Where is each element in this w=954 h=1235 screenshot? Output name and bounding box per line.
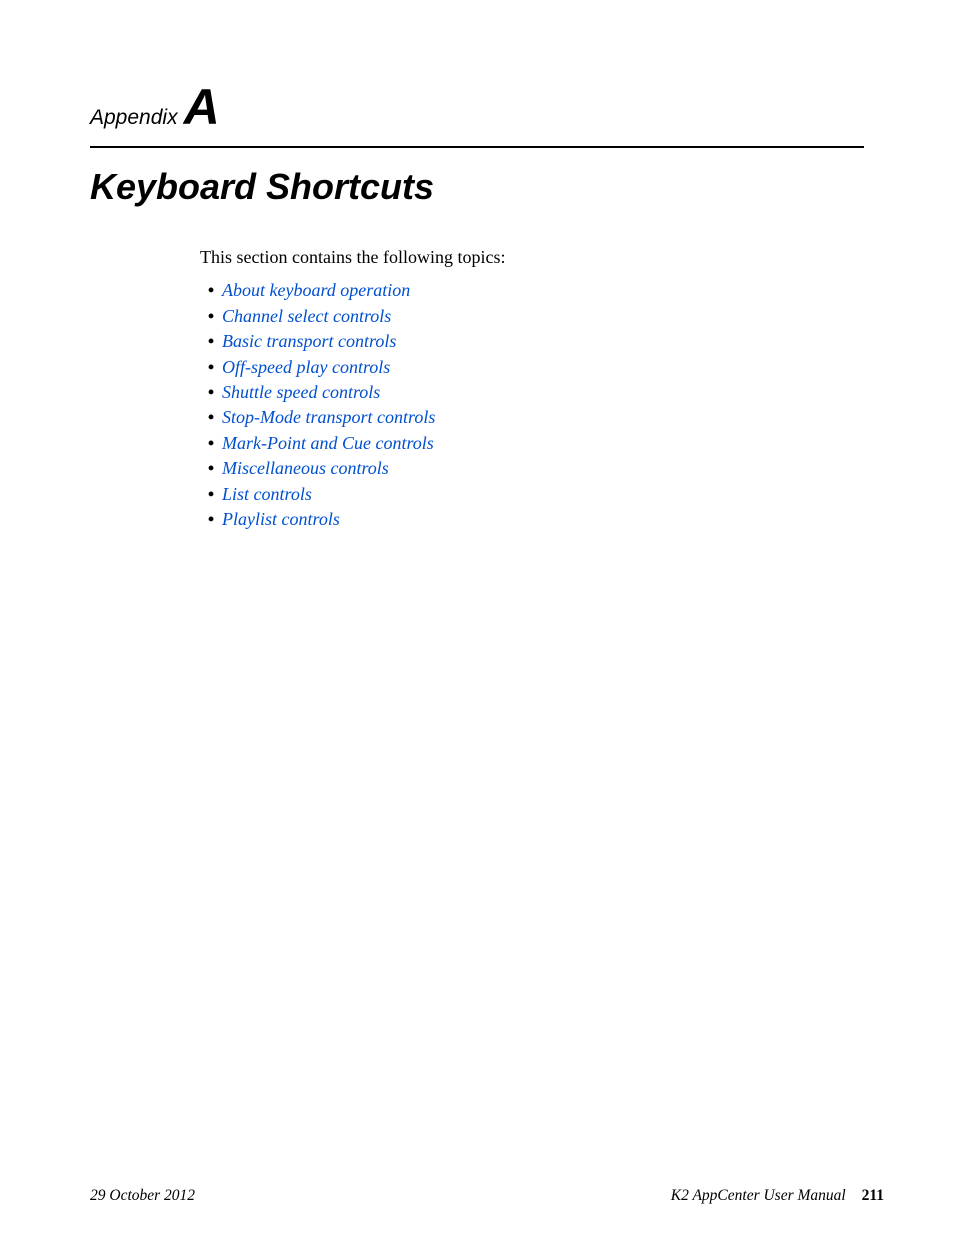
topic-link-about-keyboard-operation[interactable]: About keyboard operation	[222, 279, 410, 302]
bullet-icon: •	[200, 508, 222, 531]
topic-link-list-controls[interactable]: List controls	[222, 483, 312, 506]
topic-link-channel-select-controls[interactable]: Channel select controls	[222, 305, 391, 328]
list-item: •Playlist controls	[200, 508, 800, 531]
bullet-icon: •	[200, 406, 222, 429]
page: Appendix A Keyboard Shortcuts This secti…	[0, 0, 954, 1235]
bullet-icon: •	[200, 483, 222, 506]
topic-link-stop-mode-transport-controls[interactable]: Stop-Mode transport controls	[222, 406, 435, 429]
footer-page-number: 211	[862, 1187, 884, 1204]
footer-manual: K2 AppCenter User Manual	[671, 1187, 846, 1204]
bullet-icon: •	[200, 330, 222, 353]
topic-link-shuttle-speed-controls[interactable]: Shuttle speed controls	[222, 381, 380, 404]
bullet-icon: •	[200, 356, 222, 379]
page-title: Keyboard Shortcuts	[90, 166, 864, 208]
appendix-line: Appendix A	[90, 82, 864, 132]
list-item: •Off-speed play controls	[200, 356, 800, 379]
topic-link-basic-transport-controls[interactable]: Basic transport controls	[222, 330, 396, 353]
body-content: This section contains the following topi…	[200, 246, 800, 533]
list-item: •Mark-Point and Cue controls	[200, 432, 800, 455]
footer-right: K2 AppCenter User Manual 211	[671, 1187, 884, 1205]
topics-list: •About keyboard operation •Channel selec…	[200, 279, 800, 531]
header-block: Appendix A Keyboard Shortcuts	[90, 82, 864, 208]
bullet-icon: •	[200, 305, 222, 328]
bullet-icon: •	[200, 457, 222, 480]
bullet-icon: •	[200, 432, 222, 455]
topic-link-off-speed-play-controls[interactable]: Off-speed play controls	[222, 356, 390, 379]
intro-text: This section contains the following topi…	[200, 246, 800, 269]
appendix-label: Appendix	[90, 106, 178, 130]
bullet-icon: •	[200, 279, 222, 302]
appendix-letter: A	[184, 82, 220, 132]
header-rule	[90, 146, 864, 148]
topic-link-mark-point-and-cue-controls[interactable]: Mark-Point and Cue controls	[222, 432, 434, 455]
topic-link-playlist-controls[interactable]: Playlist controls	[222, 508, 340, 531]
topic-link-miscellaneous-controls[interactable]: Miscellaneous controls	[222, 457, 389, 480]
list-item: •Shuttle speed controls	[200, 381, 800, 404]
list-item: •List controls	[200, 483, 800, 506]
list-item: •Basic transport controls	[200, 330, 800, 353]
list-item: •Channel select controls	[200, 305, 800, 328]
list-item: •Miscellaneous controls	[200, 457, 800, 480]
bullet-icon: •	[200, 381, 222, 404]
footer-date: 29 October 2012	[90, 1187, 195, 1205]
footer: 29 October 2012 K2 AppCenter User Manual…	[90, 1187, 884, 1205]
list-item: •Stop-Mode transport controls	[200, 406, 800, 429]
list-item: •About keyboard operation	[200, 279, 800, 302]
